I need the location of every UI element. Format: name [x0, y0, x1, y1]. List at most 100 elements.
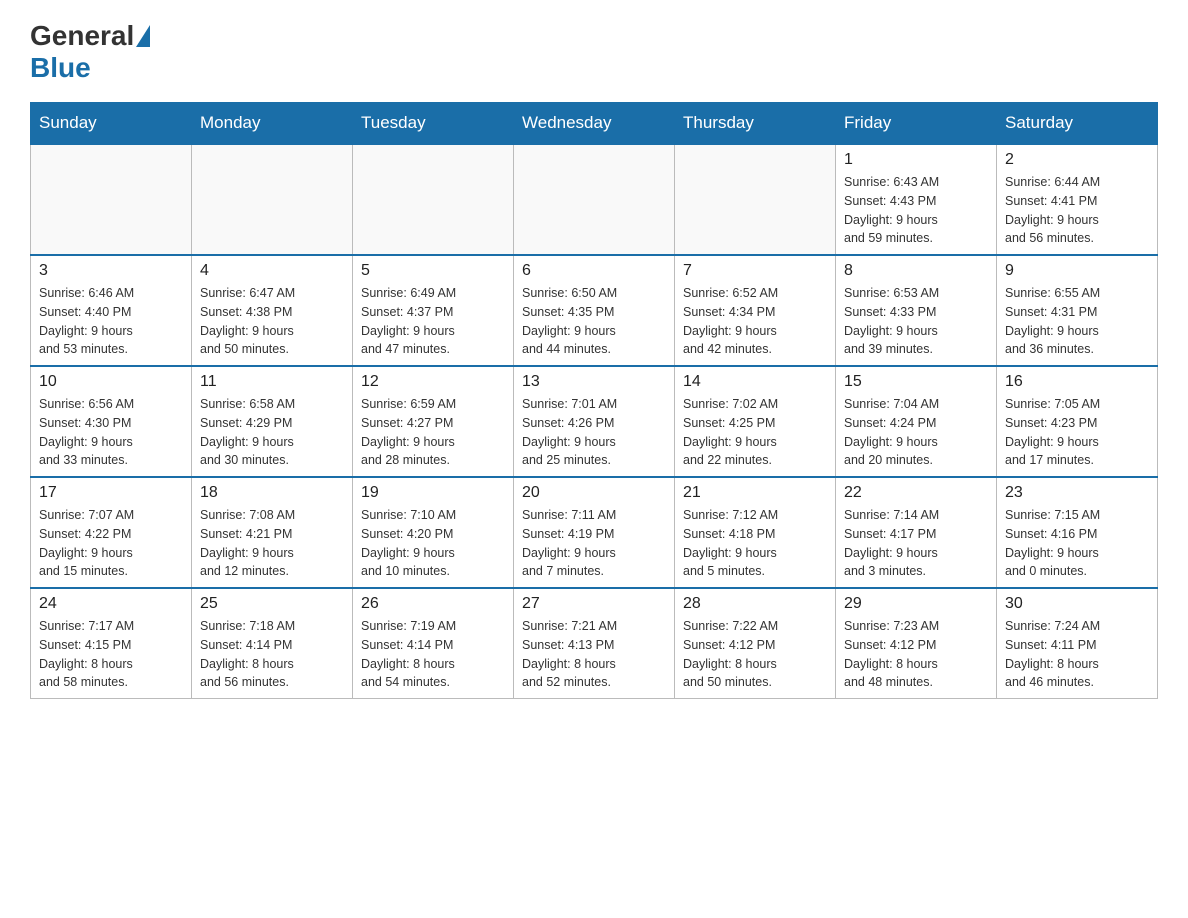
day-number: 18 [200, 484, 344, 502]
calendar-cell: 4 Sunrise: 6:47 AM Sunset: 4:38 PM Daylig… [192, 255, 353, 366]
calendar-cell: 13 Sunrise: 7:01 AM Sunset: 4:26 PM Dayli… [514, 366, 675, 477]
calendar-cell: 22 Sunrise: 7:14 AM Sunset: 4:17 PM Dayli… [836, 477, 997, 588]
calendar-cell [675, 144, 836, 255]
day-info: Sunrise: 6:55 AM Sunset: 4:31 PM Dayligh… [1005, 284, 1149, 359]
calendar-cell [353, 144, 514, 255]
day-number: 1 [844, 151, 988, 169]
calendar-cell: 9 Sunrise: 6:55 AM Sunset: 4:31 PM Daylig… [997, 255, 1158, 366]
day-number: 20 [522, 484, 666, 502]
day-info: Sunrise: 7:07 AM Sunset: 4:22 PM Dayligh… [39, 506, 183, 581]
calendar-cell: 6 Sunrise: 6:50 AM Sunset: 4:35 PM Daylig… [514, 255, 675, 366]
calendar-week-row: 17 Sunrise: 7:07 AM Sunset: 4:22 PM Dayli… [31, 477, 1158, 588]
day-number: 22 [844, 484, 988, 502]
day-info: Sunrise: 7:12 AM Sunset: 4:18 PM Dayligh… [683, 506, 827, 581]
calendar-cell: 29 Sunrise: 7:23 AM Sunset: 4:12 PM Dayli… [836, 588, 997, 699]
day-info: Sunrise: 7:11 AM Sunset: 4:19 PM Dayligh… [522, 506, 666, 581]
calendar-cell: 1 Sunrise: 6:43 AM Sunset: 4:43 PM Daylig… [836, 144, 997, 255]
day-info: Sunrise: 6:44 AM Sunset: 4:41 PM Dayligh… [1005, 173, 1149, 248]
day-number: 13 [522, 373, 666, 391]
calendar-cell: 3Sunrise: 6:46 AM Sunset: 4:40 PM Daylig… [31, 255, 192, 366]
calendar-cell: 2 Sunrise: 6:44 AM Sunset: 4:41 PM Daylig… [997, 144, 1158, 255]
calendar-cell: 26 Sunrise: 7:19 AM Sunset: 4:14 PM Dayli… [353, 588, 514, 699]
calendar-cell: 24Sunrise: 7:17 AM Sunset: 4:15 PM Dayli… [31, 588, 192, 699]
day-info: Sunrise: 6:52 AM Sunset: 4:34 PM Dayligh… [683, 284, 827, 359]
day-number: 10 [39, 373, 183, 391]
day-number: 29 [844, 595, 988, 613]
day-number: 24 [39, 595, 183, 613]
day-info: Sunrise: 7:21 AM Sunset: 4:13 PM Dayligh… [522, 617, 666, 692]
calendar-cell [31, 144, 192, 255]
day-info: Sunrise: 7:15 AM Sunset: 4:16 PM Dayligh… [1005, 506, 1149, 581]
calendar-cell: 21 Sunrise: 7:12 AM Sunset: 4:18 PM Dayli… [675, 477, 836, 588]
day-info: Sunrise: 7:08 AM Sunset: 4:21 PM Dayligh… [200, 506, 344, 581]
calendar-cell: 18 Sunrise: 7:08 AM Sunset: 4:21 PM Dayli… [192, 477, 353, 588]
calendar-cell: 11 Sunrise: 6:58 AM Sunset: 4:29 PM Dayli… [192, 366, 353, 477]
logo-general-text: General [30, 20, 134, 52]
day-info: Sunrise: 7:10 AM Sunset: 4:20 PM Dayligh… [361, 506, 505, 581]
calendar-cell: 16 Sunrise: 7:05 AM Sunset: 4:23 PM Dayli… [997, 366, 1158, 477]
calendar-cell: 28Sunrise: 7:22 AM Sunset: 4:12 PM Dayli… [675, 588, 836, 699]
day-number: 27 [522, 595, 666, 613]
day-of-week-header: Wednesday [514, 103, 675, 145]
calendar-cell: 30 Sunrise: 7:24 AM Sunset: 4:11 PM Dayli… [997, 588, 1158, 699]
day-info: Sunrise: 7:04 AM Sunset: 4:24 PM Dayligh… [844, 395, 988, 470]
day-number: 4 [200, 262, 344, 280]
day-info: Sunrise: 7:01 AM Sunset: 4:26 PM Dayligh… [522, 395, 666, 470]
day-info: Sunrise: 7:05 AM Sunset: 4:23 PM Dayligh… [1005, 395, 1149, 470]
logo-triangle-icon [136, 25, 150, 47]
day-info: Sunrise: 6:53 AM Sunset: 4:33 PM Dayligh… [844, 284, 988, 359]
day-number: 8 [844, 262, 988, 280]
calendar-week-row: 3Sunrise: 6:46 AM Sunset: 4:40 PM Daylig… [31, 255, 1158, 366]
day-number: 2 [1005, 151, 1149, 169]
day-number: 6 [522, 262, 666, 280]
day-info: Sunrise: 6:56 AM Sunset: 4:30 PM Dayligh… [39, 395, 183, 470]
day-info: Sunrise: 6:47 AM Sunset: 4:38 PM Dayligh… [200, 284, 344, 359]
calendar-cell: 8 Sunrise: 6:53 AM Sunset: 4:33 PM Daylig… [836, 255, 997, 366]
day-of-week-header: Thursday [675, 103, 836, 145]
day-info: Sunrise: 7:24 AM Sunset: 4:11 PM Dayligh… [1005, 617, 1149, 692]
day-info: Sunrise: 7:02 AM Sunset: 4:25 PM Dayligh… [683, 395, 827, 470]
day-info: Sunrise: 7:14 AM Sunset: 4:17 PM Dayligh… [844, 506, 988, 581]
day-number: 11 [200, 373, 344, 391]
day-number: 30 [1005, 595, 1149, 613]
day-of-week-header: Sunday [31, 103, 192, 145]
calendar-cell: 12Sunrise: 6:59 AM Sunset: 4:27 PM Dayli… [353, 366, 514, 477]
day-of-week-header: Tuesday [353, 103, 514, 145]
calendar-cell: 7 Sunrise: 6:52 AM Sunset: 4:34 PM Daylig… [675, 255, 836, 366]
calendar-table: SundayMondayTuesdayWednesdayThursdayFrid… [30, 102, 1158, 699]
day-info: Sunrise: 7:19 AM Sunset: 4:14 PM Dayligh… [361, 617, 505, 692]
day-number: 14 [683, 373, 827, 391]
day-number: 7 [683, 262, 827, 280]
day-info: Sunrise: 6:58 AM Sunset: 4:29 PM Dayligh… [200, 395, 344, 470]
day-number: 12 [361, 373, 505, 391]
day-number: 21 [683, 484, 827, 502]
calendar-cell: 20 Sunrise: 7:11 AM Sunset: 4:19 PM Dayli… [514, 477, 675, 588]
day-number: 9 [1005, 262, 1149, 280]
calendar-cell: 17 Sunrise: 7:07 AM Sunset: 4:22 PM Dayli… [31, 477, 192, 588]
day-number: 19 [361, 484, 505, 502]
day-number: 25 [200, 595, 344, 613]
header: General Blue [30, 20, 1158, 84]
day-number: 3 [39, 262, 183, 280]
calendar-cell: 15Sunrise: 7:04 AM Sunset: 4:24 PM Dayli… [836, 366, 997, 477]
day-number: 17 [39, 484, 183, 502]
day-of-week-header: Friday [836, 103, 997, 145]
calendar-week-row: 24Sunrise: 7:17 AM Sunset: 4:15 PM Dayli… [31, 588, 1158, 699]
day-of-week-header: Monday [192, 103, 353, 145]
logo: General Blue [30, 20, 152, 84]
day-of-week-header: Saturday [997, 103, 1158, 145]
calendar-cell: 5Sunrise: 6:49 AM Sunset: 4:37 PM Daylig… [353, 255, 514, 366]
day-info: Sunrise: 7:23 AM Sunset: 4:12 PM Dayligh… [844, 617, 988, 692]
day-number: 5 [361, 262, 505, 280]
calendar-cell [514, 144, 675, 255]
day-info: Sunrise: 6:43 AM Sunset: 4:43 PM Dayligh… [844, 173, 988, 248]
calendar-cell [192, 144, 353, 255]
day-info: Sunrise: 6:50 AM Sunset: 4:35 PM Dayligh… [522, 284, 666, 359]
day-number: 16 [1005, 373, 1149, 391]
day-number: 28 [683, 595, 827, 613]
day-number: 26 [361, 595, 505, 613]
calendar-cell: 27 Sunrise: 7:21 AM Sunset: 4:13 PM Dayli… [514, 588, 675, 699]
day-info: Sunrise: 7:18 AM Sunset: 4:14 PM Dayligh… [200, 617, 344, 692]
calendar-week-row: 1 Sunrise: 6:43 AM Sunset: 4:43 PM Daylig… [31, 144, 1158, 255]
calendar-cell: 25 Sunrise: 7:18 AM Sunset: 4:14 PM Dayli… [192, 588, 353, 699]
